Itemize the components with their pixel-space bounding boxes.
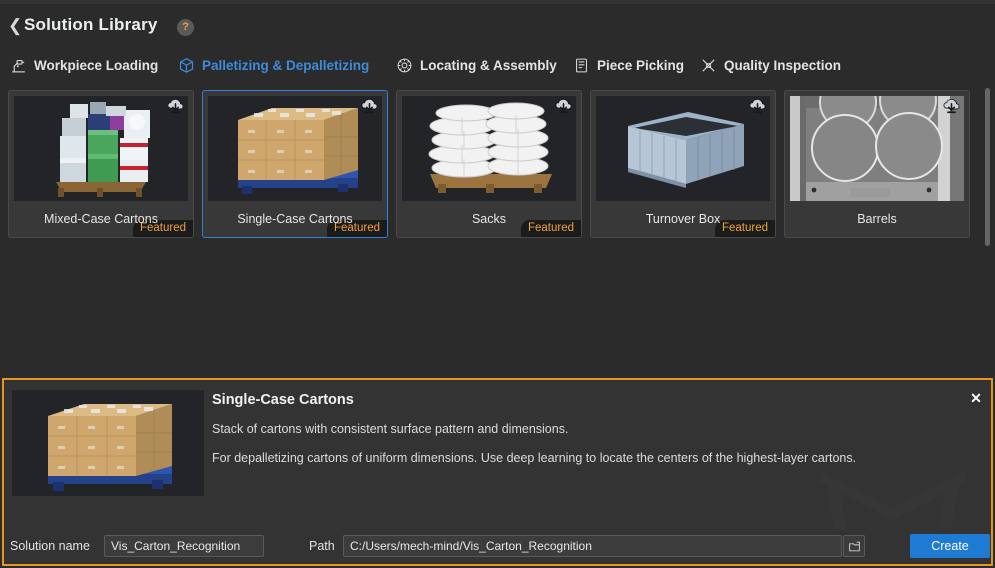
- create-button[interactable]: Create: [910, 534, 990, 558]
- solution-card-mixed-case-cartons[interactable]: Featured Mixed-Case Cartons: [8, 90, 194, 238]
- help-icon[interactable]: ?: [177, 19, 194, 36]
- solution-detail-panel: Single-Case Cartons Stack of cartons wit…: [2, 378, 993, 566]
- solution-card-barrels[interactable]: Barrels: [784, 90, 970, 238]
- card-label: Single-Case Cartons: [237, 211, 353, 226]
- create-solution-form: Solution name Path Create: [4, 528, 991, 564]
- tab-workpiece-loading[interactable]: Workpiece Loading: [10, 48, 158, 82]
- download-icon[interactable]: [554, 97, 573, 116]
- tab-label: Locating & Assembly: [420, 57, 557, 73]
- card-label: Barrels: [857, 211, 897, 226]
- category-tabbar: Workpiece Loading Palletizing & Depallet…: [0, 48, 995, 82]
- card-label: Turnover Box: [645, 211, 721, 226]
- package-icon: [573, 57, 590, 74]
- tab-piece-picking[interactable]: Piece Picking: [573, 48, 684, 82]
- card-thumbnail: [402, 96, 576, 201]
- vertical-scrollbar-track[interactable]: [985, 88, 993, 368]
- solution-card-grid: Featured Mixed-Case Cartons Featured Sin…: [8, 90, 986, 240]
- tab-locating-assembly[interactable]: Locating & Assembly: [396, 48, 557, 82]
- solution-card-turnover-box[interactable]: Featured Turnover Box: [590, 90, 776, 238]
- gear-wheel-icon: [396, 57, 413, 74]
- tab-palletizing-depalletizing[interactable]: Palletizing & Depalletizing: [178, 48, 369, 82]
- tab-label: Quality Inspection: [724, 57, 842, 73]
- download-icon[interactable]: [942, 97, 961, 116]
- close-icon[interactable]: ✕: [968, 390, 984, 406]
- vertical-scrollbar-thumb[interactable]: [985, 88, 990, 246]
- detail-description-2: For depalletizing cartons of uniform dim…: [212, 451, 857, 465]
- download-icon[interactable]: [748, 97, 767, 116]
- robot-arm-icon: [10, 57, 27, 74]
- tab-label: Piece Picking: [597, 57, 685, 73]
- solution-card-sacks[interactable]: Featured Sacks: [396, 90, 582, 238]
- card-label: Sacks: [471, 211, 507, 226]
- download-icon[interactable]: [166, 97, 185, 116]
- solution-library-window: ❮ Solution Library ? Workpiece Loading P…: [0, 0, 995, 568]
- card-thumbnail: [14, 96, 188, 201]
- card-label: Mixed-Case Cartons: [44, 211, 158, 226]
- chevron-left-icon[interactable]: ❮: [8, 17, 22, 35]
- header-bar: ❮ Solution Library ?: [0, 4, 995, 46]
- card-thumbnail: [790, 96, 964, 201]
- inspection-icon: [700, 57, 717, 74]
- cube-icon: [178, 57, 195, 74]
- solution-name-label: Solution name: [10, 539, 90, 553]
- path-input[interactable]: [343, 535, 842, 557]
- page-title: Solution Library: [24, 15, 158, 34]
- tab-label: Workpiece Loading: [34, 57, 159, 73]
- solution-name-input[interactable]: [104, 535, 264, 557]
- tab-label: Palletizing & Depalletizing: [202, 57, 370, 73]
- path-label: Path: [309, 539, 335, 553]
- download-icon[interactable]: [360, 97, 379, 116]
- detail-thumbnail: [12, 390, 204, 496]
- detail-title: Single-Case Cartons: [212, 392, 354, 408]
- card-thumbnail: [208, 96, 382, 201]
- detail-description-1: Stack of cartons with consistent surface…: [212, 422, 569, 436]
- folder-icon[interactable]: [843, 535, 865, 557]
- card-thumbnail: [596, 96, 770, 201]
- solution-card-single-case-cartons[interactable]: Featured Single-Case Cartons: [202, 90, 388, 238]
- tab-quality-inspection[interactable]: Quality Inspection: [700, 48, 841, 82]
